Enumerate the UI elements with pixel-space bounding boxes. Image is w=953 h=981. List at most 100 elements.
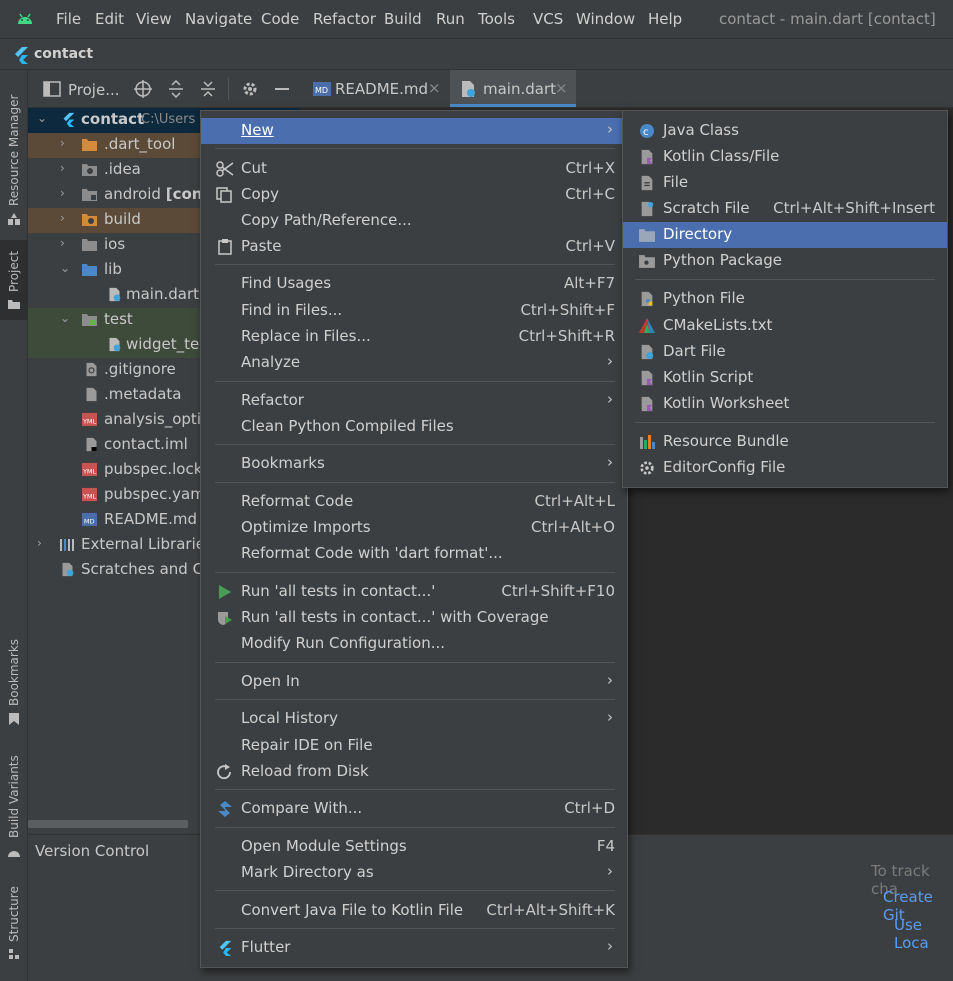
- submenu-item-python-file[interactable]: Python File: [623, 286, 947, 312]
- use-local-link[interactable]: Use Loca: [894, 916, 953, 952]
- close-icon[interactable]: ×: [555, 79, 568, 97]
- menu-build[interactable]: Build: [384, 10, 422, 28]
- submenu-item-cmake[interactable]: CMakeLists.txt: [623, 313, 947, 339]
- menu-window[interactable]: Window: [576, 10, 635, 28]
- menu-item-reformat-code[interactable]: Reformat Code Ctrl+Alt+L: [201, 489, 627, 515]
- menu-item-modify-run[interactable]: Modify Run Configuration...: [201, 631, 627, 657]
- chevron-down-icon[interactable]: ⌄: [60, 261, 70, 275]
- menu-item-find-usages[interactable]: Find Usages Alt+F7: [201, 271, 627, 297]
- file-icon: [86, 387, 97, 402]
- chevron-right-icon[interactable]: ›: [60, 161, 65, 175]
- submenu-item-editorconfig[interactable]: EditorConfig File: [623, 455, 947, 481]
- menu-view[interactable]: View: [136, 10, 172, 28]
- minimize-icon[interactable]: [274, 80, 290, 98]
- menu-item-reload-disk[interactable]: Reload from Disk: [201, 759, 627, 785]
- version-control-title[interactable]: Version Control: [35, 842, 149, 860]
- chevron-right-icon[interactable]: ›: [60, 211, 65, 225]
- menu-separator: [635, 279, 935, 280]
- submenu-item-python-package[interactable]: Python Package: [623, 248, 947, 274]
- menu-item-local-history[interactable]: Local History ›: [201, 706, 627, 732]
- excluded-folder-icon: [82, 214, 97, 226]
- menu-item-run-coverage[interactable]: Run 'all tests in contact...' with Cover…: [201, 605, 627, 631]
- menu-item-open-in[interactable]: Open In ›: [201, 669, 627, 695]
- menu-edit[interactable]: Edit: [95, 10, 124, 28]
- collapse-all-icon[interactable]: [200, 80, 216, 98]
- menu-item-label: Python File: [663, 289, 745, 307]
- menu-navigate[interactable]: Navigate: [185, 10, 252, 28]
- menu-item-convert-java[interactable]: Convert Java File to Kotlin File Ctrl+Al…: [201, 898, 627, 924]
- submenu-item-kotlin-class[interactable]: Kotlin Class/File: [623, 144, 947, 170]
- menu-item-refactor[interactable]: Refactor ›: [201, 388, 627, 414]
- menu-item-reformat-dart[interactable]: Reformat Code with 'dart format'...: [201, 541, 627, 567]
- chevron-right-icon[interactable]: ›: [60, 236, 65, 250]
- menu-item-bookmarks[interactable]: Bookmarks ›: [201, 451, 627, 477]
- menu-item-optimize-imports[interactable]: Optimize Imports Ctrl+Alt+O: [201, 515, 627, 541]
- menu-item-clean-python[interactable]: Clean Python Compiled Files: [201, 414, 627, 440]
- chevron-right-icon[interactable]: ›: [60, 136, 65, 150]
- horizontal-scrollbar[interactable]: [28, 820, 188, 828]
- menu-item-run-tests[interactable]: Run 'all tests in contact...' Ctrl+Shift…: [201, 579, 627, 605]
- menu-separator: [215, 264, 615, 265]
- tree-item-label: build: [104, 210, 141, 228]
- tree-item-label: External Libraries: [81, 535, 213, 553]
- submenu-item-directory[interactable]: Directory: [623, 222, 947, 248]
- chevron-down-icon[interactable]: ⌄: [60, 311, 70, 325]
- menu-item-shortcut: Ctrl+X: [565, 159, 615, 177]
- tool-tab-resource-manager[interactable]: Resource Manager: [0, 78, 28, 228]
- menu-run[interactable]: Run: [436, 10, 465, 28]
- submenu-item-dart-file[interactable]: Dart File: [623, 339, 947, 365]
- project-toolbar: Proje...: [28, 70, 300, 108]
- menu-item-mark-directory[interactable]: Mark Directory as ›: [201, 860, 627, 886]
- locate-icon[interactable]: [134, 80, 152, 98]
- expand-all-icon[interactable]: [168, 80, 184, 98]
- tab-readme[interactable]: MD README.md ×: [304, 70, 448, 107]
- menu-vcs[interactable]: VCS: [533, 10, 563, 28]
- menu-item-flutter[interactable]: Flutter ›: [201, 935, 627, 961]
- submenu-item-kotlin-worksheet[interactable]: Kotlin Worksheet: [623, 391, 947, 417]
- menu-refactor[interactable]: Refactor: [313, 10, 376, 28]
- compare-icon: [218, 801, 232, 817]
- tree-item-label: test: [104, 310, 133, 328]
- submenu-item-java-class[interactable]: c Java Class: [623, 118, 947, 144]
- menu-item-cut[interactable]: Cut Ctrl+X: [201, 156, 627, 182]
- close-icon[interactable]: ×: [428, 79, 441, 97]
- menu-help[interactable]: Help: [648, 10, 682, 28]
- tab-main-dart[interactable]: main.dart ×: [450, 70, 576, 107]
- menu-item-replace-in-files[interactable]: Replace in Files... Ctrl+Shift+R: [201, 324, 627, 350]
- menu-code[interactable]: Code: [261, 10, 299, 28]
- submenu-item-resource-bundle[interactable]: Resource Bundle: [623, 429, 947, 455]
- menu-item-compare-with[interactable]: Compare With... Ctrl+D: [201, 796, 627, 822]
- python-file-icon: [641, 291, 653, 307]
- structure-icon: [9, 949, 19, 959]
- submenu-item-file[interactable]: File: [623, 170, 947, 196]
- menu-file[interactable]: File: [56, 10, 81, 28]
- toolbar-divider: [228, 78, 229, 100]
- submenu-item-scratch-file[interactable]: Scratch File Ctrl+Alt+Shift+Insert: [623, 196, 947, 222]
- menu-item-repair-ide[interactable]: Repair IDE on File: [201, 733, 627, 759]
- menu-item-paste[interactable]: Paste Ctrl+V: [201, 234, 627, 260]
- chevron-right-icon[interactable]: ›: [60, 186, 65, 200]
- bookmark-icon: [9, 713, 19, 725]
- chevron-right-icon[interactable]: ›: [37, 536, 42, 550]
- folder-icon: [82, 239, 97, 251]
- menu-item-new[interactable]: New ›: [201, 118, 627, 144]
- menu-item-find-in-files[interactable]: Find in Files... Ctrl+Shift+F: [201, 298, 627, 324]
- menu-item-copy[interactable]: Copy Ctrl+C: [201, 182, 627, 208]
- tree-item-label: .dart_tool: [104, 135, 176, 153]
- tool-tab-structure[interactable]: Structure: [0, 876, 28, 966]
- tool-tab-project[interactable]: Project: [0, 240, 28, 320]
- submenu-item-kotlin-script[interactable]: Kotlin Script: [623, 365, 947, 391]
- menu-item-copy-path[interactable]: Copy Path/Reference...: [201, 208, 627, 234]
- menu-separator: [215, 789, 615, 790]
- menu-tools[interactable]: Tools: [478, 10, 515, 28]
- gear-icon[interactable]: [241, 80, 259, 98]
- tool-tab-build-variants[interactable]: Build Variants: [0, 746, 28, 866]
- project-view-selector[interactable]: Proje...: [68, 81, 120, 99]
- menu-item-analyze[interactable]: Analyze ›: [201, 350, 627, 376]
- tool-tab-bookmarks[interactable]: Bookmarks: [0, 630, 28, 730]
- chevron-down-icon[interactable]: ⌄: [37, 111, 47, 125]
- menu-item-module-settings[interactable]: Open Module Settings F4: [201, 834, 627, 860]
- breadcrumb-project[interactable]: contact: [34, 46, 93, 62]
- tab-label: main.dart: [483, 80, 557, 98]
- menu-item-shortcut: Ctrl+C: [565, 185, 615, 203]
